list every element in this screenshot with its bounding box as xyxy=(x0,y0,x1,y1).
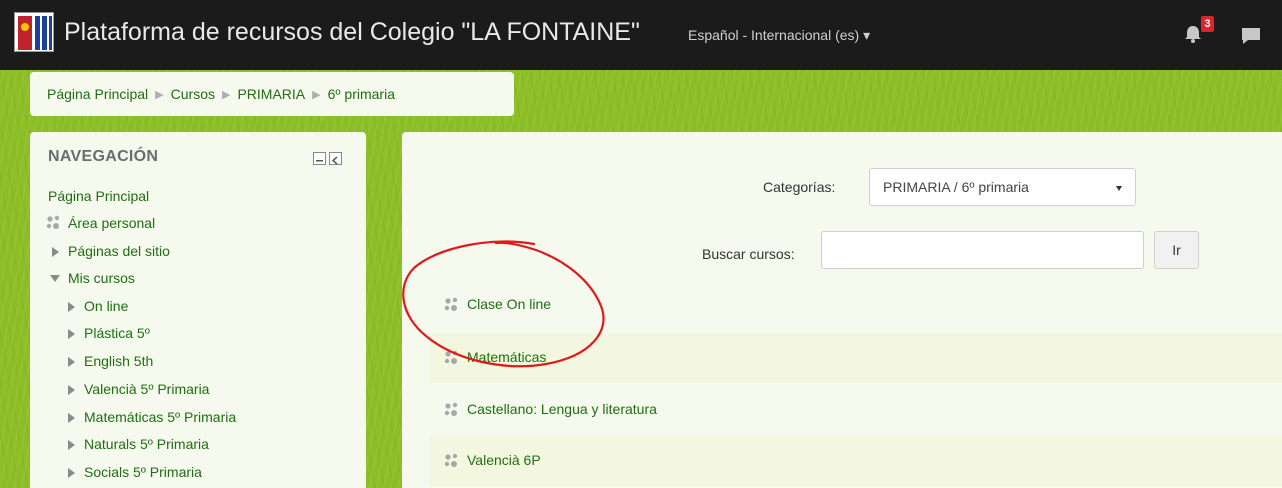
chat-icon[interactable] xyxy=(1240,26,1262,46)
expand-icon xyxy=(68,357,75,367)
expand-icon xyxy=(68,413,75,423)
categories-select[interactable]: PRIMARIA / 6º primaria xyxy=(869,168,1136,206)
course-link[interactable]: Clase On line xyxy=(467,296,551,312)
breadcrumb-separator-icon: ▶ xyxy=(222,88,231,101)
dock-block-icon[interactable] xyxy=(329,152,342,165)
nav-item-label: Mis cursos xyxy=(68,270,135,286)
course-row[interactable]: Castellano: Lengua y literatura xyxy=(429,385,1282,435)
nav-item-label: Plástica 5º xyxy=(84,325,150,341)
search-courses-input[interactable] xyxy=(821,231,1144,269)
expand-icon xyxy=(68,385,75,395)
nav-item-label: Valencià 5º Primaria xyxy=(84,381,210,397)
breadcrumb: Página Principal ▶ Cursos ▶ PRIMARIA ▶ 6… xyxy=(30,72,514,116)
categories-label: Categorías: xyxy=(763,179,836,195)
expand-icon xyxy=(68,468,75,478)
nav-item-label: On line xyxy=(84,298,129,314)
course-link[interactable]: Matemáticas xyxy=(467,349,546,365)
breadcrumb-primaria[interactable]: PRIMARIA xyxy=(237,86,305,102)
school-logo[interactable] xyxy=(14,12,54,52)
breadcrumb-separator-icon: ▶ xyxy=(155,88,164,101)
categories-selected-value: PRIMARIA / 6º primaria xyxy=(883,179,1029,195)
course-icon xyxy=(444,297,458,311)
breadcrumb-cursos[interactable]: Cursos xyxy=(171,86,215,102)
expand-icon xyxy=(52,247,59,257)
notification-badge: 3 xyxy=(1201,16,1214,32)
nav-item-label: Naturals 5º Primaria xyxy=(84,436,209,452)
site-title[interactable]: Plataforma de recursos del Colegio "LA F… xyxy=(64,18,640,47)
collapse-block-icon[interactable] xyxy=(313,152,326,165)
language-menu[interactable]: Español - Internacional (es) ▾ xyxy=(688,27,870,44)
course-link[interactable]: Valencià 6P xyxy=(467,452,541,468)
search-courses-label: Buscar cursos: xyxy=(702,246,795,262)
nav-item-label: Área personal xyxy=(68,215,156,231)
course-link[interactable]: Castellano: Lengua y literatura xyxy=(467,401,657,417)
expand-icon xyxy=(68,302,75,312)
course-icon xyxy=(444,350,458,364)
breadcrumb-home[interactable]: Página Principal xyxy=(47,86,148,102)
course-row[interactable]: Valencià 6P xyxy=(429,436,1282,486)
navigation-title: NAVEGACIÓN xyxy=(48,148,159,165)
course-row[interactable]: Clase On line xyxy=(429,280,1282,330)
expand-icon xyxy=(68,329,75,339)
course-icon xyxy=(444,402,458,416)
chevron-down-icon xyxy=(1116,186,1122,191)
nav-item-label: English 5th xyxy=(84,353,154,369)
collapse-icon xyxy=(50,275,60,282)
nav-item-label: Matemáticas 5º Primaria xyxy=(84,409,237,425)
breadcrumb-separator-icon: ▶ xyxy=(312,88,321,101)
nav-item-label: Socials 5º Primaria xyxy=(84,464,202,480)
expand-icon xyxy=(68,440,75,450)
course-row[interactable]: Matemáticas xyxy=(429,333,1282,383)
course-icon xyxy=(444,453,458,467)
top-navbar: Plataforma de recursos del Colegio "LA F… xyxy=(0,0,1282,70)
nav-item-label: Páginas del sitio xyxy=(68,243,170,259)
nav-item-label: Página Principal xyxy=(48,188,150,204)
bell-icon[interactable] xyxy=(1183,24,1203,44)
block-controls xyxy=(313,152,343,166)
navigation-block: NAVEGACIÓN Página Principal Área persona… xyxy=(30,132,366,488)
search-go-button[interactable]: Ir xyxy=(1154,231,1199,269)
breadcrumb-6-primaria[interactable]: 6º primaria xyxy=(328,86,395,102)
course-icon xyxy=(46,215,60,229)
main-region: Categorías: PRIMARIA / 6º primaria Busca… xyxy=(402,132,1282,488)
